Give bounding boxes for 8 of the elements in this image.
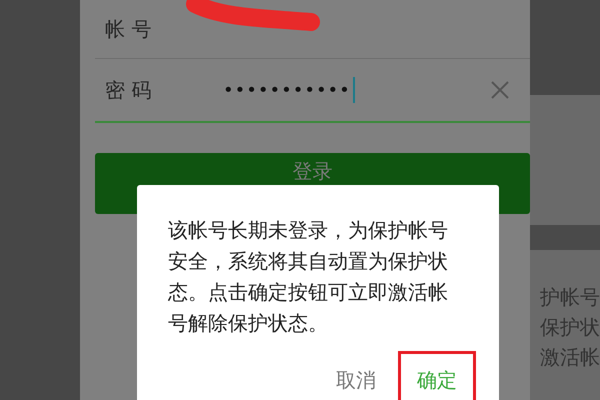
header-bar <box>530 225 600 250</box>
field-label: 密 码 <box>105 76 152 104</box>
cancel-button[interactable]: 取消 <box>332 364 380 396</box>
password-value[interactable]: ••••••••••• <box>223 80 351 100</box>
dialog-message: 该帐号长期未登录，为保护帐号安全，系统将其自动置为保护状态。点击确定按钮可立即激活帐号解除保护状态。 <box>168 217 449 337</box>
close-icon[interactable] <box>490 80 510 100</box>
field-label: 帐 号 <box>105 16 152 42</box>
confirm-button[interactable]: 确定 <box>413 364 461 396</box>
